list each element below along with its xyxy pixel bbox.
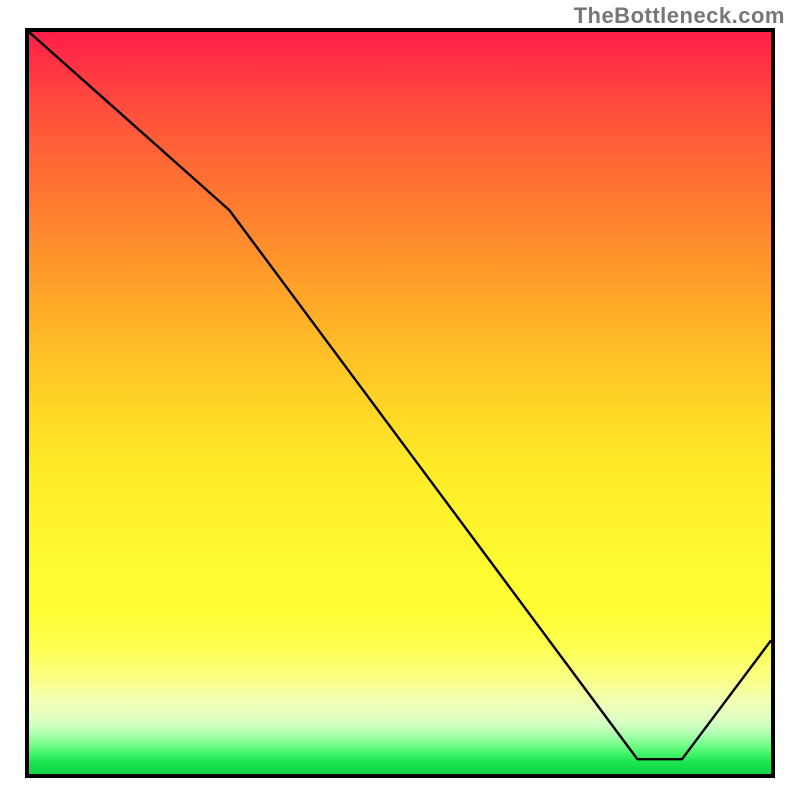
bottleneck-curve bbox=[29, 32, 771, 759]
chart-container: TheBottleneck.com bbox=[0, 0, 800, 800]
line-chart-svg bbox=[29, 32, 771, 774]
watermark-text: TheBottleneck.com bbox=[574, 3, 785, 29]
plot-area bbox=[25, 28, 775, 778]
